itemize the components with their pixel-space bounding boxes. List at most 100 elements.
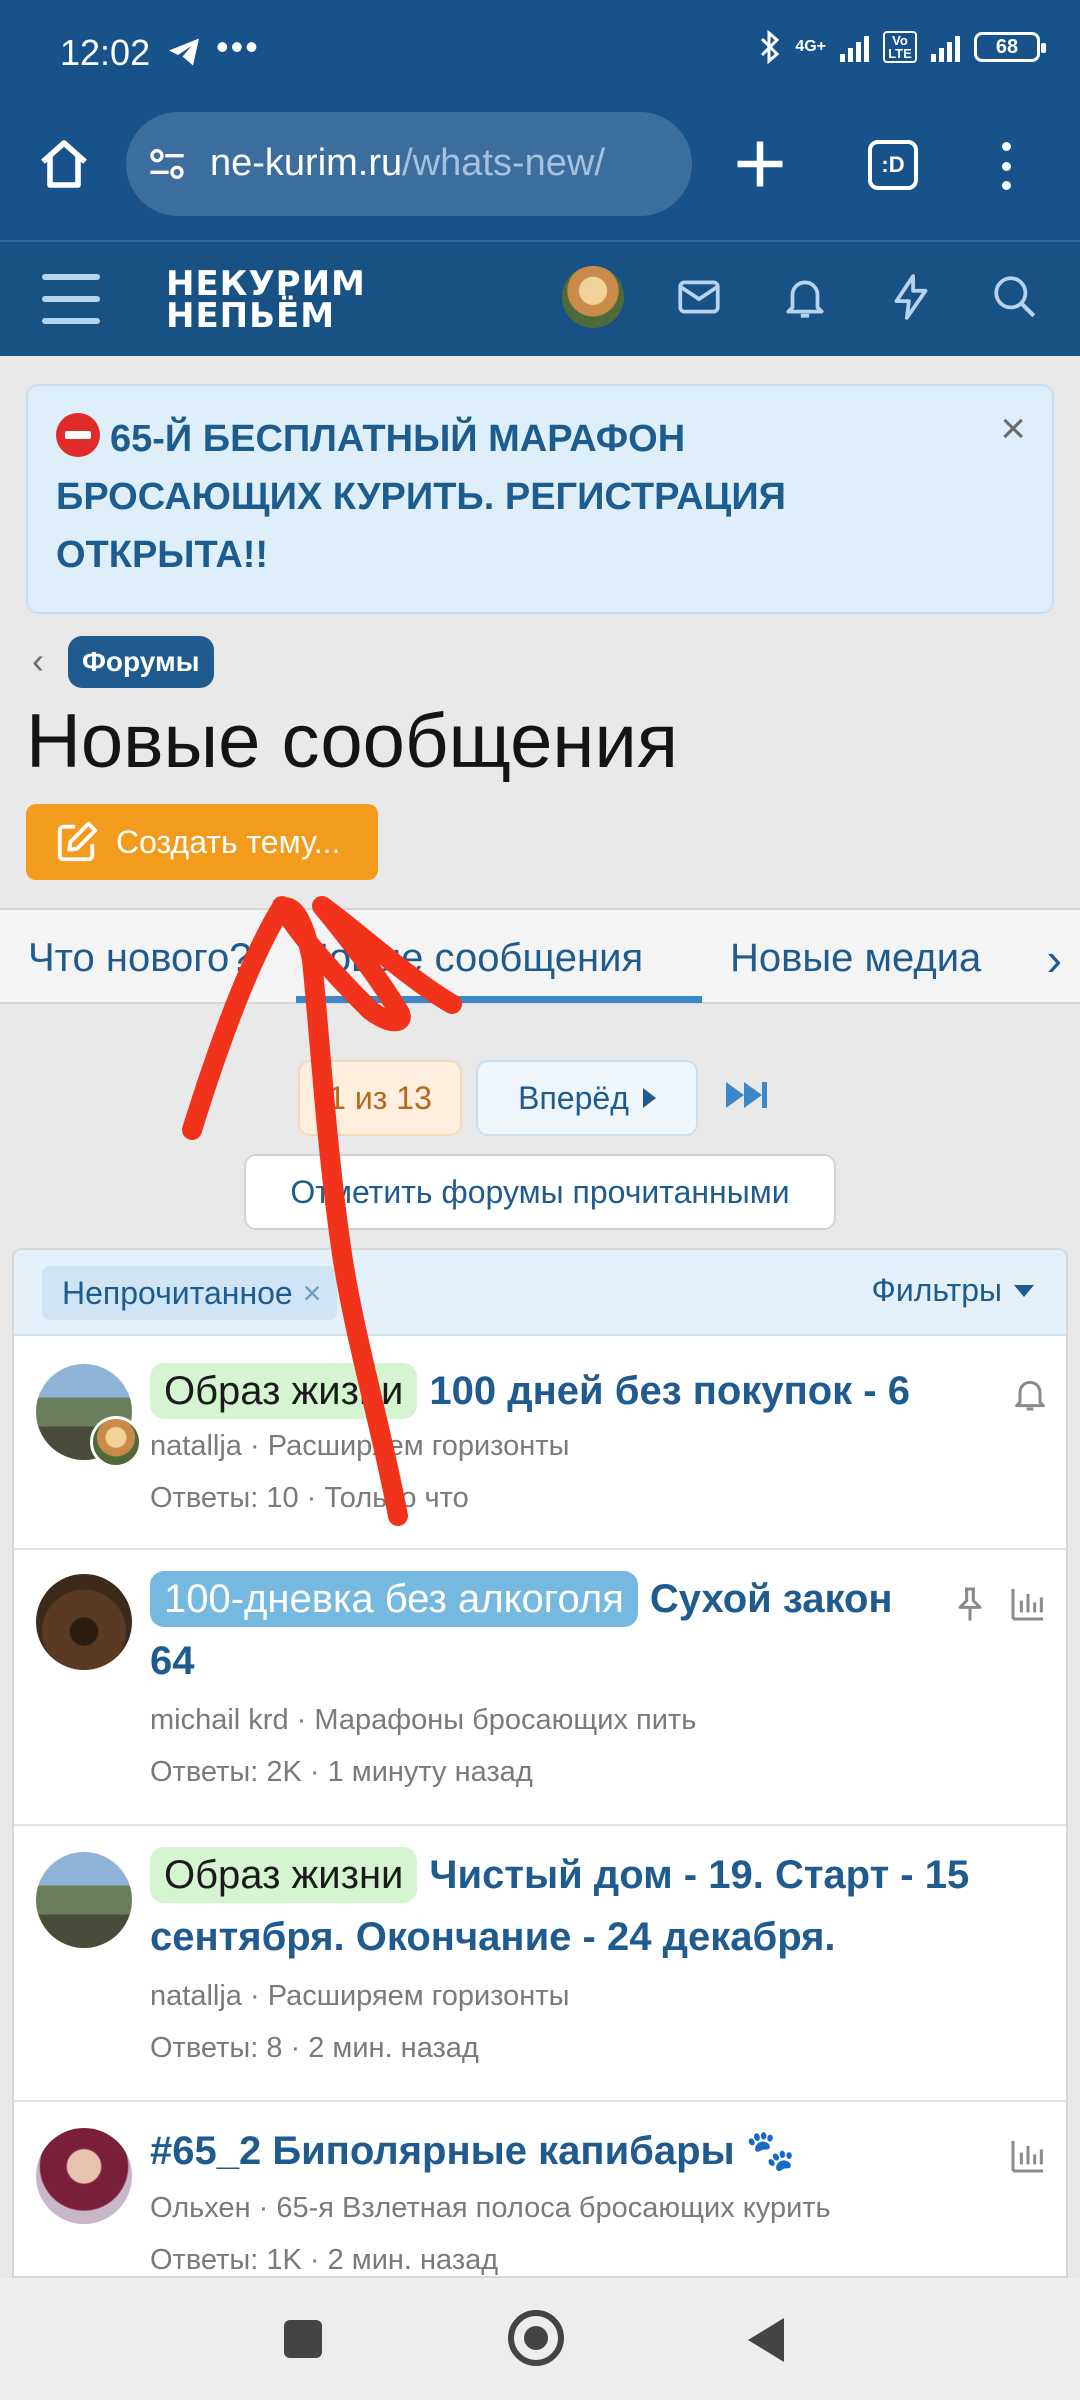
avatar-secondary[interactable] [90, 1416, 142, 1468]
url-domain: ne-kurim.ru [210, 142, 403, 184]
thread-title[interactable]: Образ жизни 100 дней без покупок - 6 [150, 1360, 990, 1422]
bluetooth-icon [761, 30, 780, 64]
site-header: НЕКУРИМ НЕПЬЁМ [0, 240, 1080, 356]
network-type: 4G+ [795, 38, 826, 55]
address-bar[interactable]: ne-kurim.ru/whats-new/ [126, 112, 692, 216]
pin-icon [958, 1587, 982, 1621]
page-title: Новые сообщения [26, 699, 678, 784]
thread-list: Непрочитанное × Фильтры Образ жизни 100 дн… [12, 1248, 1068, 2278]
breadcrumb-forums[interactable]: Форумы [68, 636, 214, 688]
thread-author[interactable]: natallja [150, 1430, 242, 1462]
thread-stats: Ответы: 1K · 2 мин. назад [150, 2244, 499, 2276]
no-entry-icon [56, 413, 100, 457]
unread-filter-chip[interactable]: Непрочитанное × [42, 1266, 338, 1320]
prefix-label: Образ жизни [150, 1847, 418, 1903]
url-text: ne-kurim.ru/whats-new/ [210, 142, 605, 185]
back-icon[interactable] [748, 2318, 784, 2362]
menu-icon[interactable] [42, 274, 100, 324]
chevron-left-icon[interactable]: ‹ [32, 640, 44, 682]
site-logo[interactable]: НЕКУРИМ НЕПЬЁМ [166, 267, 366, 336]
thread-title[interactable]: Образ жизни Чистый дом - 19. Старт - 15 с… [150, 1844, 1050, 1968]
poll-icon [1011, 2141, 1043, 2173]
thread-row[interactable]: Образ жизни Чистый дом - 19. Старт - 15 с… [14, 1826, 1066, 2102]
edit-icon [57, 821, 98, 862]
play-icon [642, 1088, 656, 1108]
thread-forum[interactable]: Расширяем горизонты [268, 1980, 570, 2012]
filters-button[interactable]: Фильтры [871, 1272, 1034, 1309]
thread-title-text: #65_2 Биполярные капибары 🐾 [150, 2129, 796, 2173]
thread-stats: Ответы: 10 · Только что [150, 1482, 469, 1514]
user-avatar[interactable] [562, 266, 624, 328]
tab-new-posts[interactable]: Новые сообщения [300, 936, 643, 981]
search-icon[interactable] [990, 272, 1040, 322]
avatar[interactable] [36, 2128, 132, 2224]
thread-forum[interactable]: Расширяем горизонты [268, 1430, 570, 1462]
tab-whats-new[interactable]: Что нового? [28, 936, 251, 981]
signal-icon [840, 32, 869, 62]
browser-menu-icon[interactable] [1000, 142, 1012, 190]
next-page-button[interactable]: Вперёд [476, 1060, 698, 1136]
notice-text-wrap[interactable]: 65-Й БЕСПЛАТНЫЙ МАРАФОН БРОСАЮЩИХ КУРИТЬ… [56, 410, 956, 584]
home-icon[interactable] [36, 136, 92, 192]
chevron-right-icon[interactable]: › [1047, 932, 1062, 986]
mark-forums-read-button[interactable]: Отметить форумы прочитанными [244, 1154, 836, 1230]
active-tab-indicator [296, 996, 702, 1003]
prefix-label: 100-дневка без алкоголя [150, 1571, 638, 1627]
thread-author[interactable]: Ольхен [150, 2192, 251, 2224]
thread-author-line: natallja · Расширяем горизонты [150, 1980, 570, 2012]
prefix-label: Образ жизни [150, 1363, 418, 1419]
filters-label: Фильтры [871, 1272, 1003, 1308]
next-page-label: Вперёд [518, 1079, 629, 1116]
thread-title[interactable]: #65_2 Биполярные капибары 🐾 [150, 2120, 990, 2182]
signal-icon-2 [931, 32, 960, 62]
last-page-icon[interactable] [726, 1082, 767, 1108]
thread-row[interactable]: #65_2 Биполярные капибары 🐾 Ольхен · 65-… [14, 2102, 1066, 2276]
poll-icon [1011, 1589, 1043, 1621]
status-indicators: 4G+ Vo LTE 68 [759, 30, 1046, 64]
thread-stats: Ответы: 8 · 2 мин. назад [150, 2032, 479, 2064]
system-nav-bar [0, 2278, 1080, 2400]
bell-icon[interactable] [1010, 1374, 1050, 1414]
browser-toolbar: ne-kurim.ru/whats-new/ :D [0, 106, 1080, 240]
status-bar: 12:02 ••• 4G+ Vo LTE 68 [0, 0, 1080, 106]
more-notifications-icon: ••• [216, 26, 260, 67]
battery-icon: 68 [974, 32, 1046, 62]
url-path: /whats-new/ [402, 142, 605, 184]
close-icon[interactable]: × [1000, 404, 1026, 454]
filter-bar: Непрочитанное × Фильтры [14, 1250, 1066, 1336]
bell-icon[interactable] [780, 272, 830, 322]
close-icon[interactable]: × [303, 1275, 322, 1311]
tab-switcher-button[interactable]: :D [868, 140, 918, 190]
telegram-icon [169, 38, 199, 66]
thread-row[interactable]: 100-дневка без алкоголя Сухой закон 64 mi… [14, 1550, 1066, 1826]
logo-line-2: НЕПЬЁМ [166, 296, 336, 336]
tab-bar: Что нового? Новые сообщения Новые медиа … [0, 908, 1080, 1004]
avatar[interactable] [36, 1574, 132, 1670]
lightning-icon[interactable] [886, 272, 936, 322]
unread-filter-label: Непрочитанное [62, 1275, 293, 1311]
tab-new-media[interactable]: Новые медиа [730, 936, 981, 981]
recent-apps-icon[interactable] [284, 2320, 322, 2358]
thread-author[interactable]: michail krd [150, 1704, 289, 1736]
thread-title[interactable]: 100-дневка без алкоголя Сухой закон 64 [150, 1568, 930, 1692]
mail-icon[interactable] [674, 272, 724, 322]
avatar[interactable] [36, 1852, 132, 1948]
thread-author-line: michail krd · Марафоны бросающих пить [150, 1704, 697, 1736]
thread-forum[interactable]: Марафоны бросающих пить [314, 1704, 696, 1736]
thread-forum[interactable]: 65-я Взлетная полоса бросающих курить [276, 2192, 830, 2224]
thread-row[interactable]: Образ жизни 100 дней без покупок - 6 nata… [14, 1338, 1066, 1550]
notice-banner: 65-Й БЕСПЛАТНЫЙ МАРАФОН БРОСАЮЩИХ КУРИТЬ… [26, 384, 1054, 614]
status-time: 12:02 [60, 32, 151, 73]
create-thread-label: Создать тему... [116, 823, 341, 860]
thread-title-text: 100 дней без покупок - 6 [429, 1369, 910, 1413]
new-tab-icon[interactable] [730, 134, 790, 194]
site-settings-icon[interactable] [146, 144, 188, 184]
notice-text: 65-Й БЕСПЛАТНЫЙ МАРАФОН БРОСАЮЩИХ КУРИТЬ… [56, 418, 786, 576]
page-current[interactable]: 1 из 13 [298, 1060, 462, 1136]
volte-badge: Vo LTE [883, 31, 917, 63]
thread-author-line: Ольхен · 65-я Взлетная полоса бросающих … [150, 2192, 831, 2224]
thread-author[interactable]: natallja [150, 1980, 242, 2012]
home-nav-icon[interactable] [508, 2310, 564, 2366]
create-thread-button[interactable]: Создать тему... [26, 804, 378, 880]
caret-down-icon [1014, 1284, 1034, 1297]
